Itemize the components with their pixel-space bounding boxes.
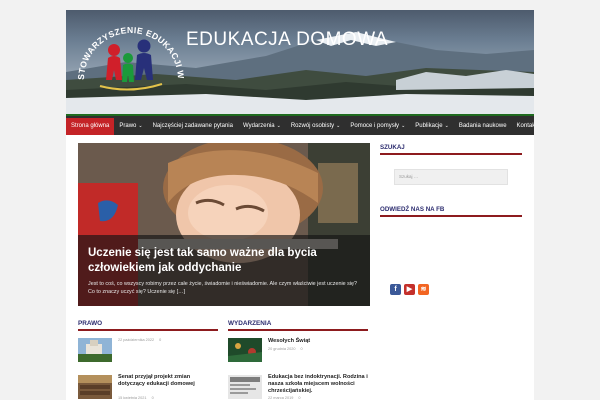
- featured-post-title[interactable]: Uczenie się jest tak samo ważne dla byci…: [88, 246, 348, 276]
- post-meta: 15 kwietnia 2021 0: [118, 396, 154, 400]
- featured-post-excerpt: Jest to coś, co wszyscy robimy przez cał…: [88, 281, 358, 295]
- nav-item-7[interactable]: Badania naukowe: [454, 118, 512, 135]
- nav-item-5[interactable]: Pomoce i pomysły ⌄: [345, 118, 410, 135]
- list-item[interactable]: Wesołych Świąt 20 grudnia 2020 0: [228, 338, 368, 368]
- post-date: 20 grudnia 2020: [268, 347, 296, 351]
- nav-item-label: Najczęściej zadawane pytania: [152, 123, 233, 129]
- section-wydarzenia-title[interactable]: WYDARZENIA: [228, 319, 368, 331]
- site-header[interactable]: STOWARZYSZENIE EDUKACJI W RODZINIE EDUKA…: [66, 10, 534, 114]
- post-date: 22 marca 2019: [268, 396, 294, 400]
- post-date: 15 kwietnia 2021: [118, 396, 147, 400]
- chevron-down-icon: ⌄: [276, 123, 281, 129]
- chevron-down-icon: ⌄: [444, 123, 449, 129]
- section-wydarzenia: WYDARZENIA Wesołych Świąt 20 grudnia 202…: [228, 319, 368, 400]
- social-icons: f ▶ ≋: [390, 284, 429, 295]
- nav-item-6[interactable]: Publikacje ⌄: [410, 118, 454, 135]
- post-thumbnail[interactable]: [78, 338, 112, 362]
- fb-widget-title: ODWIEDŹ NAS NA FB: [380, 205, 522, 217]
- section-prawo: PRAWO 22 października 2022 0 Senat przyj…: [78, 319, 218, 400]
- nav-item-0[interactable]: Strona główna: [66, 118, 115, 135]
- logo-graphic: STOWARZYSZENIE EDUKACJI W RODZINIE: [66, 10, 186, 91]
- chevron-down-icon: ⌄: [138, 123, 143, 129]
- nav-item-4[interactable]: Rozwój osobisty ⌄: [286, 118, 346, 135]
- nav-item-label: Rozwój osobisty: [290, 123, 335, 129]
- nav-item-label: Badania naukowe: [458, 123, 507, 129]
- nav-item-label: Prawo: [119, 123, 137, 129]
- nav-item-label: Publikacje: [415, 123, 443, 129]
- nav-item-8[interactable]: Kontakt: [512, 118, 534, 135]
- chevron-down-icon: ⌄: [401, 123, 406, 129]
- post-date: 22 października 2022: [118, 338, 155, 342]
- sidebar: SZUKAJ Szukaj … ODWIEDŹ NAS NA FB f ▶ ≋: [380, 143, 522, 295]
- site-title[interactable]: EDUKACJA DOMOWA: [186, 29, 388, 51]
- featured-post[interactable]: Uczenie się jest tak samo ważne dla byci…: [78, 143, 370, 306]
- nav-item-2[interactable]: Najczęściej zadawane pytania: [148, 118, 238, 135]
- list-item[interactable]: 22 października 2022 0: [78, 338, 218, 368]
- page: STOWARZYSZENIE EDUKACJI W RODZINIE EDUKA…: [66, 10, 534, 400]
- site-logo[interactable]: STOWARZYSZENIE EDUKACJI W RODZINIE: [66, 10, 188, 106]
- youtube-icon[interactable]: ▶: [404, 284, 415, 295]
- post-thumbnail[interactable]: [228, 338, 262, 362]
- post-meta: 22 marca 2019 0: [268, 396, 301, 400]
- nav-item-label: Wydarzenia: [242, 123, 275, 129]
- main-navigation: Strona główna Prawo ⌄ Najczęściej zadawane …: [66, 114, 534, 135]
- post-thumbnail[interactable]: [78, 375, 112, 399]
- comment-count[interactable]: 0: [159, 338, 161, 342]
- section-prawo-title[interactable]: PRAWO: [78, 319, 218, 331]
- nav-item-3[interactable]: Wydarzenia ⌄: [238, 118, 286, 135]
- comment-count[interactable]: 0: [301, 347, 303, 351]
- comment-count[interactable]: 0: [152, 396, 154, 400]
- nav-item-label: Strona główna: [71, 123, 110, 129]
- nav-item-1[interactable]: Prawo ⌄: [114, 118, 147, 135]
- list-item[interactable]: Senat przyjął projekt zmian dotyczący ed…: [78, 374, 218, 400]
- nav-item-label: Kontakt: [516, 123, 534, 129]
- post-thumbnail[interactable]: [228, 375, 262, 399]
- post-title[interactable]: Wesołych Świąt: [268, 338, 368, 345]
- list-item[interactable]: Edukacja bez indoktrynacji. Rodzina i na…: [228, 374, 368, 400]
- comment-count[interactable]: 0: [298, 396, 300, 400]
- post-meta: 20 grudnia 2020 0: [268, 347, 303, 351]
- post-title[interactable]: Senat przyjął projekt zmian dotyczący ed…: [118, 374, 218, 388]
- post-meta: 22 października 2022 0: [118, 338, 161, 342]
- family-figures-icon: [99, 39, 163, 91]
- nav-item-label: Pomoce i pomysły: [350, 123, 400, 129]
- search-widget-title: SZUKAJ: [380, 143, 522, 155]
- nav-menu: Strona główna Prawo ⌄ Najczęściej zadawane …: [66, 118, 534, 135]
- chevron-down-icon: ⌄: [336, 123, 341, 129]
- post-title[interactable]: Edukacja bez indoktrynacji. Rodzina i na…: [268, 374, 368, 395]
- search-input[interactable]: Szukaj …: [394, 169, 508, 185]
- facebook-icon[interactable]: f: [390, 284, 401, 295]
- rss-icon[interactable]: ≋: [418, 284, 429, 295]
